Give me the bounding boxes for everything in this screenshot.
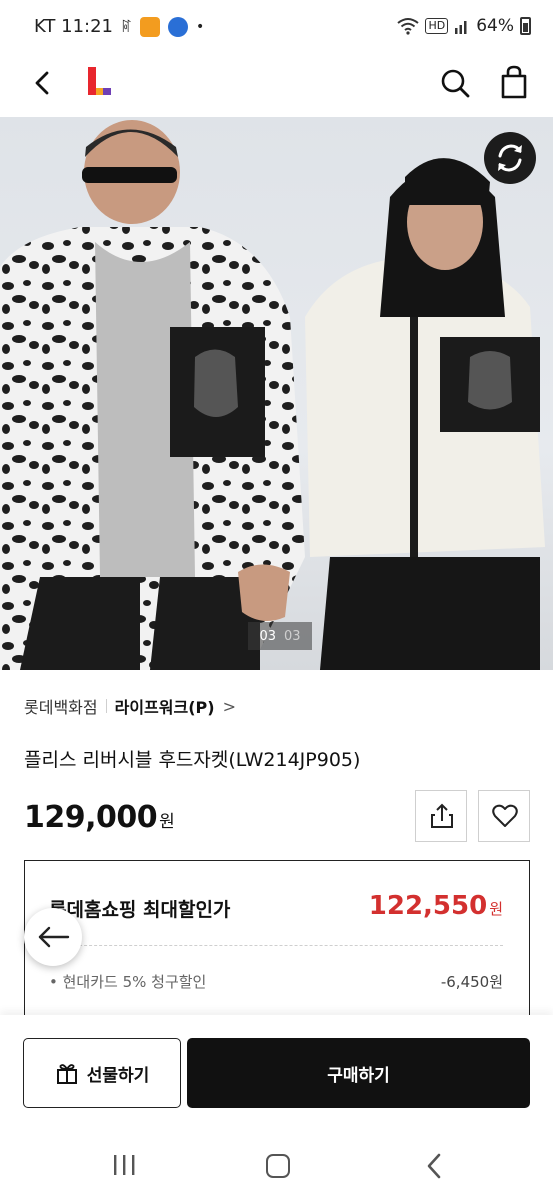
home-icon[interactable] <box>266 1154 290 1178</box>
image-total: 03 <box>284 628 301 644</box>
buy-label: 구매하기 <box>327 1065 390 1086</box>
signal-icon <box>455 21 467 34</box>
coupon-label: • 현대카드 5% 청구할인 <box>49 973 207 991</box>
battery-percent: 64% <box>476 16 514 36</box>
product-title: 플리스 리버시블 후드자켓(LW214JP905) <box>24 749 361 771</box>
discount-price: 122,550 원 <box>369 891 503 921</box>
chevron-right-icon[interactable]: > <box>223 697 236 716</box>
wishlist-button[interactable] <box>478 790 530 842</box>
discount-price-value: 122,550 <box>368 891 488 921</box>
share-button[interactable] <box>415 790 467 842</box>
carrier-time: KT 11:21 <box>34 16 113 37</box>
lotte-logo[interactable] <box>85 64 113 98</box>
shopping-bag-icon[interactable] <box>497 64 531 100</box>
divider <box>49 945 503 946</box>
lte-icon: ꌸ <box>121 19 132 36</box>
breadcrumb: 롯데백화점 라이프워크(P) > <box>24 694 236 718</box>
system-nav-bar <box>0 1130 553 1200</box>
image-index: 03 <box>259 628 276 644</box>
buy-button[interactable]: 구매하기 <box>187 1038 530 1108</box>
discount-price-unit: 원 <box>489 900 503 918</box>
wifi-icon <box>397 18 420 35</box>
status-right: HD 64% <box>397 16 531 36</box>
app-header <box>0 54 553 116</box>
more-notifications-dot: • <box>195 18 205 35</box>
breadcrumb-divider <box>105 699 107 713</box>
share-icon <box>431 803 453 828</box>
hd-voice-badge: HD <box>425 18 449 34</box>
product-price: 129,000 <box>24 800 158 835</box>
recent-apps-icon[interactable] <box>111 1154 137 1176</box>
store-link[interactable]: 롯데백화점 <box>24 694 98 718</box>
coupon-amount: -6,450원 <box>440 973 503 991</box>
arrow-left-icon <box>38 926 70 948</box>
price-unit: 원 <box>159 812 175 832</box>
discount-box: 롯데홈쇼핑 최대할인가 122,550 원 • 현대카드 5% 청구할인 -6,… <box>24 860 530 1030</box>
product-photo-illustration <box>0 120 545 670</box>
product-image[interactable]: 03 03 <box>0 117 553 670</box>
gift-label: 선물하기 <box>86 1065 150 1086</box>
rotate-icon <box>498 144 522 172</box>
brand-link[interactable]: 라이프워크(P) <box>115 694 215 718</box>
price-row: 129,000 원 <box>24 800 175 835</box>
floating-back-button[interactable] <box>24 908 82 966</box>
battery-icon <box>520 17 531 35</box>
image-counter: 03 03 <box>248 622 312 650</box>
gift-button[interactable]: 선물하기 <box>23 1038 181 1108</box>
system-back-icon[interactable] <box>424 1152 444 1180</box>
bottom-action-bar: 선물하기 구매하기 <box>0 1015 553 1130</box>
back-arrow-icon[interactable] <box>26 66 60 100</box>
status-left: KT 11:21 ꌸ • <box>34 16 204 37</box>
coupon-row: • 현대카드 5% 청구할인 -6,450원 <box>49 971 503 992</box>
gift-icon <box>56 1064 77 1084</box>
status-bar: KT 11:21 ꌸ • HD 64% <box>0 0 553 54</box>
search-icon[interactable] <box>438 66 472 100</box>
rotate-360-button[interactable] <box>484 132 536 184</box>
heart-icon <box>492 804 518 827</box>
app-notification-icon <box>139 16 160 37</box>
browser-notification-icon <box>167 16 188 37</box>
